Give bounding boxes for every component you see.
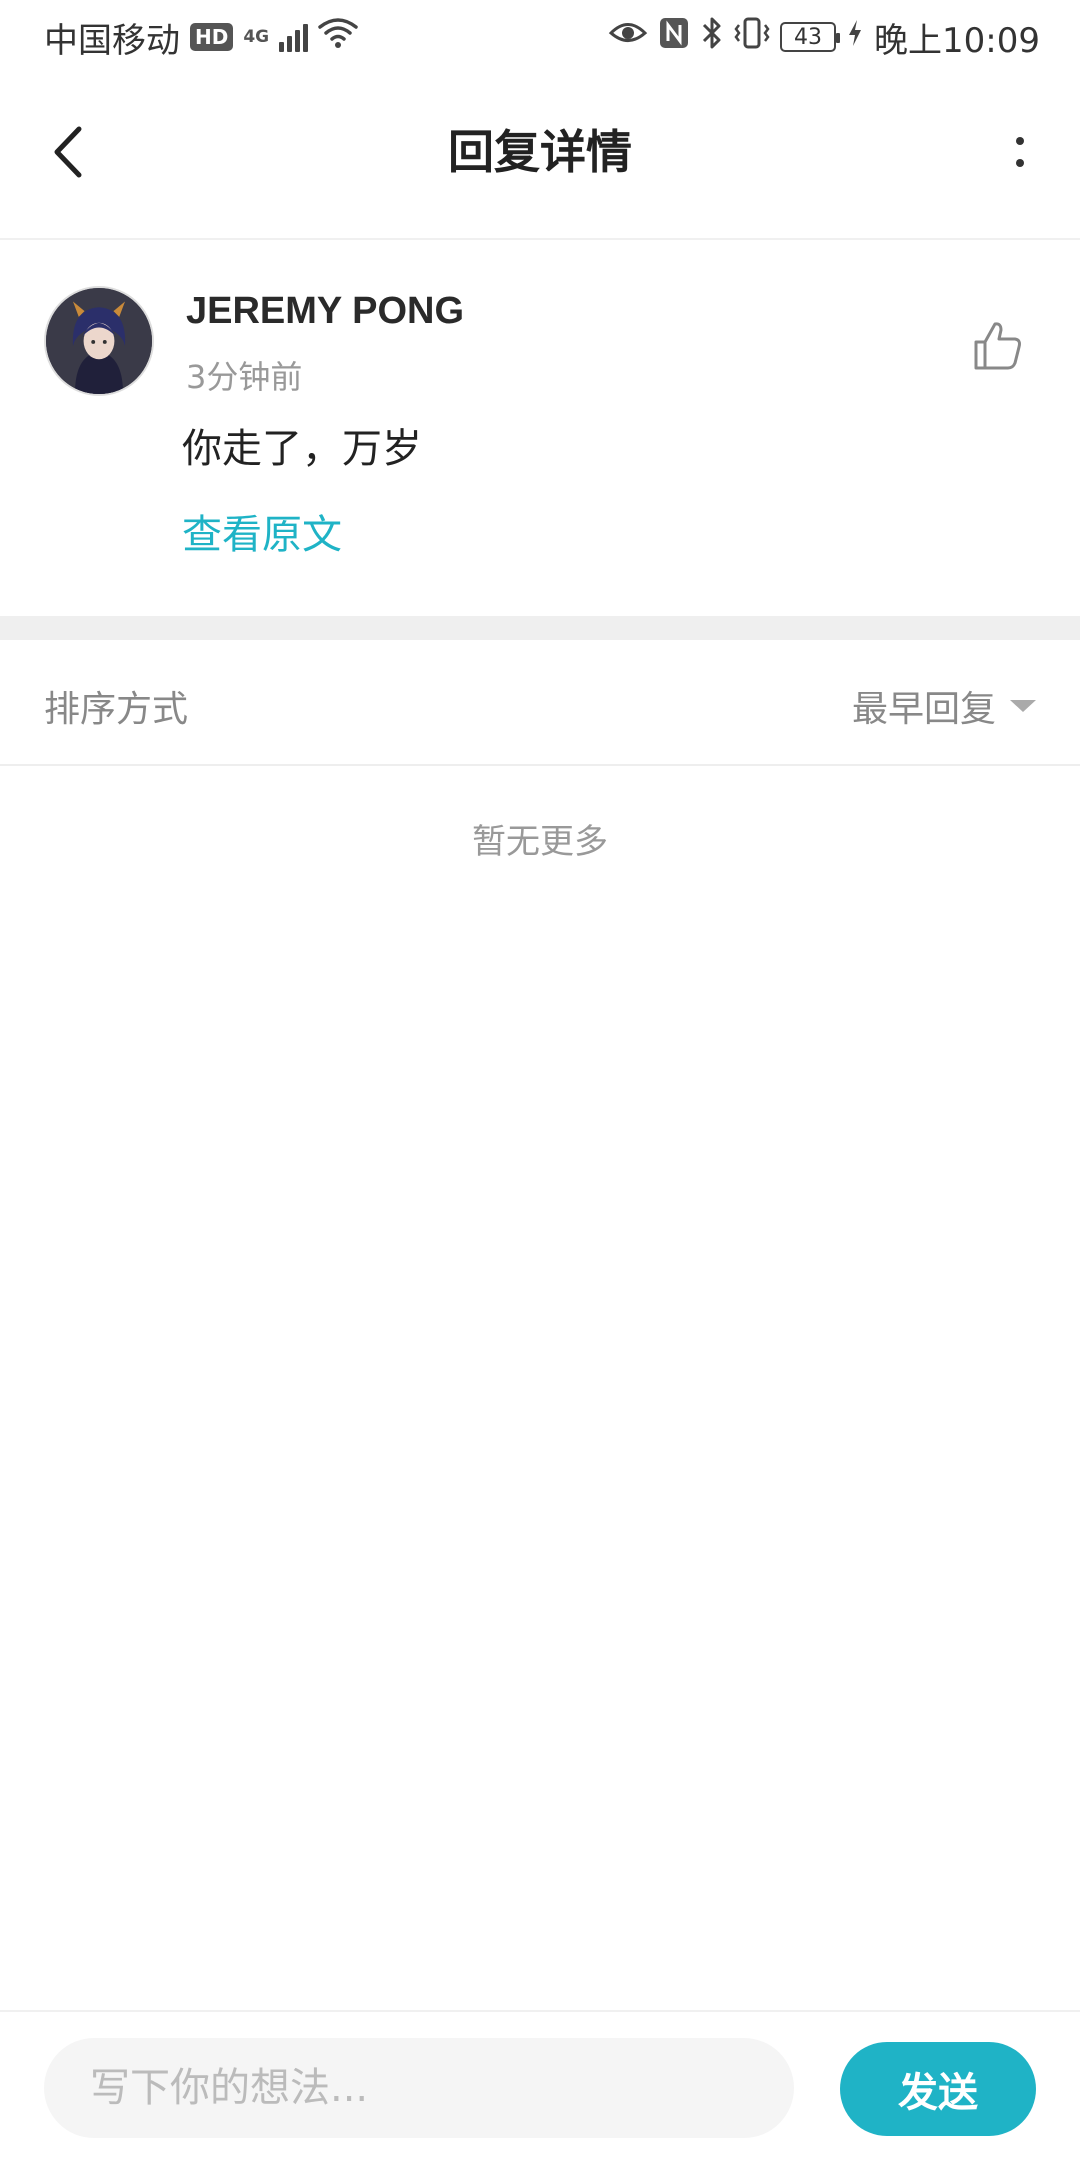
more-options-button[interactable] xyxy=(1000,122,1040,182)
sort-row: 排序方式 最早回复 xyxy=(0,640,1080,766)
sort-label: 排序方式 xyxy=(44,689,189,730)
comment-text: 你走了，万岁 xyxy=(182,426,422,472)
hd-icon: HD xyxy=(190,23,234,51)
bluetooth-icon xyxy=(700,16,724,59)
username[interactable]: JEREMY PONG xyxy=(186,290,464,333)
reply-input[interactable] xyxy=(44,2038,794,2138)
signal-icon xyxy=(279,22,309,52)
view-original-link[interactable]: 查看原文 xyxy=(182,502,342,560)
status-left: 中国移动 HD 4G xyxy=(44,13,358,62)
reply-composer: 发送 xyxy=(0,2010,1080,2160)
battery-icon: 43 xyxy=(780,22,841,52)
carrier-name: 中国移动 xyxy=(44,20,180,61)
sort-dropdown[interactable]: 最早回复 xyxy=(852,680,1036,732)
top-app-bar: 回复详情 xyxy=(0,74,1080,240)
wifi-icon xyxy=(318,17,358,58)
comment-timestamp: 3分钟前 xyxy=(186,358,303,396)
avatar[interactable] xyxy=(44,286,154,396)
section-divider xyxy=(0,616,1080,640)
more-vertical-icon xyxy=(1016,137,1024,145)
vibrate-icon xyxy=(734,16,770,59)
charging-icon xyxy=(846,17,864,57)
network-type: 4G xyxy=(243,26,270,47)
nfc-icon xyxy=(658,16,690,59)
comment-card: JEREMY PONG 3分钟前 你走了，万岁 查看原文 xyxy=(0,240,1080,616)
send-button[interactable]: 发送 xyxy=(840,2042,1036,2136)
eye-icon xyxy=(608,17,648,57)
sort-selected-option: 最早回复 xyxy=(851,689,996,730)
page-title: 回复详情 xyxy=(448,125,632,179)
like-button[interactable] xyxy=(970,318,1026,374)
status-right: 43 晚上10:09 xyxy=(608,13,1040,62)
status-bar: 中国移动 HD 4G 43 晚上10:09 xyxy=(0,0,1080,74)
empty-state-text: 暂无更多 xyxy=(472,822,608,862)
thumbs-up-icon xyxy=(974,322,1021,370)
status-time: 晚上10:09 xyxy=(874,20,1040,61)
caret-down-icon xyxy=(1010,700,1036,712)
more-vertical-dot xyxy=(1016,159,1024,167)
